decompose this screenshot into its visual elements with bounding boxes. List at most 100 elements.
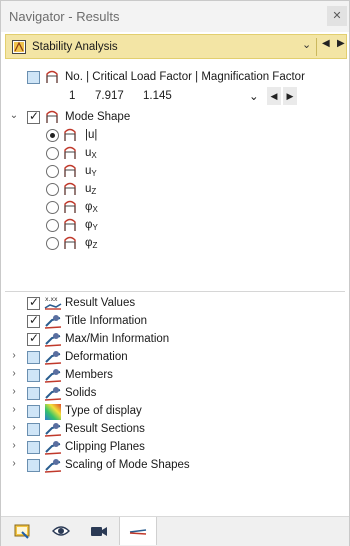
- settings-label: Scaling of Mode Shapes: [65, 459, 190, 471]
- mode-option[interactable]: φY: [1, 217, 341, 235]
- settings-item-type-of-display[interactable]: › Type of display: [1, 403, 341, 421]
- mode-option[interactable]: uX: [1, 145, 341, 163]
- mode-shape-icon: [64, 128, 76, 141]
- tab-results[interactable]: [119, 517, 157, 545]
- checkbox[interactable]: [27, 423, 40, 436]
- mode-selector-row[interactable]: 1 7.917 1.145 ⌄: [63, 88, 297, 106]
- mode-option[interactable]: |u|: [1, 127, 341, 145]
- next-button[interactable]: ▶: [337, 38, 345, 49]
- chevron-right-icon[interactable]: ›: [9, 440, 19, 451]
- settings-item-members[interactable]: › Members: [1, 367, 341, 385]
- mode-previous-button[interactable]: ◀: [267, 87, 281, 105]
- settings-label: Result Values: [65, 297, 136, 309]
- mode-option[interactable]: φX: [1, 199, 341, 217]
- mode-shape-checkbox[interactable]: ✓: [27, 109, 40, 124]
- load-case-combo[interactable]: Stability Analysis ⌄ ◀ ▶: [5, 34, 347, 59]
- mode-shape-icon: [64, 164, 76, 177]
- checkbox[interactable]: [27, 369, 40, 382]
- mode-option-label: φZ: [85, 237, 98, 250]
- checkbox[interactable]: [27, 405, 40, 418]
- result-sections-icon: [44, 423, 62, 437]
- checkbox[interactable]: [27, 459, 40, 472]
- settings-label: Title Information: [65, 315, 148, 327]
- mode-option[interactable]: uY: [1, 163, 341, 181]
- title-bar: Navigator - Results ✕: [1, 1, 349, 32]
- combo-separator: [316, 38, 317, 56]
- mode-shape-icon: [64, 200, 76, 213]
- mode-table-checkbox[interactable]: [27, 71, 40, 84]
- chevron-right-icon[interactable]: ›: [9, 386, 19, 397]
- stability-analysis-icon: [12, 40, 26, 54]
- critical-load-factor: 7.917: [95, 90, 124, 102]
- checkbox[interactable]: [27, 441, 40, 454]
- mode-shape-icon: [46, 70, 58, 83]
- svg-text:x.xx: x.xx: [45, 296, 58, 303]
- deformation-icon: [44, 351, 62, 365]
- members-icon: [44, 369, 62, 383]
- settings-item-result-sections[interactable]: › Result Sections: [1, 421, 341, 439]
- data-navigator-icon: [14, 524, 30, 539]
- radio-button[interactable]: [46, 183, 59, 196]
- camera-icon: [91, 527, 107, 536]
- chevron-right-icon[interactable]: ›: [9, 350, 19, 361]
- chevron-down-icon[interactable]: ⌄: [249, 89, 259, 103]
- settings-item-solids[interactable]: › Solids: [1, 385, 341, 403]
- mode-option-label: |u|: [85, 129, 98, 141]
- tab-display[interactable]: [43, 517, 79, 545]
- checkbox[interactable]: [27, 387, 40, 400]
- chevron-right-icon[interactable]: ›: [9, 368, 19, 379]
- load-case-label: Stability Analysis: [32, 41, 118, 53]
- mode-shape-label: Mode Shape: [65, 111, 131, 123]
- settings-item-clipping-planes[interactable]: › Clipping Planes: [1, 439, 341, 457]
- settings-label: Result Sections: [65, 423, 145, 435]
- settings-item-scaling-of-mode-shapes[interactable]: › Scaling of Mode Shapes: [1, 457, 341, 475]
- settings-item-result-values[interactable]: ✓ x.xx Result Values: [1, 295, 341, 313]
- mode-option-label: uZ: [85, 183, 97, 196]
- mode-option[interactable]: φZ: [1, 235, 341, 253]
- chevron-right-icon[interactable]: ›: [9, 458, 19, 469]
- checkbox[interactable]: ✓: [27, 313, 40, 328]
- close-button[interactable]: ✕: [327, 6, 347, 26]
- tab-data[interactable]: [5, 517, 41, 545]
- mode-shape-group[interactable]: ⌄ ✓ Mode Shape: [1, 109, 341, 127]
- settings-label: Max/Min Information: [65, 333, 170, 345]
- checkbox[interactable]: ✓: [27, 295, 40, 310]
- radio-button[interactable]: [46, 201, 59, 214]
- settings-item-title-information[interactable]: ✓ Title Information: [1, 313, 341, 331]
- mode-shape-icon: [64, 236, 76, 249]
- mode-number: 1: [69, 90, 76, 102]
- chevron-down-icon[interactable]: ⌄: [302, 38, 311, 51]
- section-divider: [5, 291, 345, 292]
- settings-label: Clipping Planes: [65, 441, 145, 453]
- chevron-right-icon[interactable]: ›: [9, 404, 19, 415]
- mode-option-label: φY: [85, 219, 98, 232]
- mode-option-label: uY: [85, 165, 97, 178]
- radio-button[interactable]: [46, 129, 59, 142]
- title-info-icon: [44, 315, 62, 329]
- expand-arrow-icon[interactable]: ⌄: [9, 110, 19, 121]
- radio-button[interactable]: [46, 147, 59, 160]
- mode-next-button[interactable]: ▶: [283, 87, 297, 105]
- checkbox[interactable]: ✓: [27, 331, 40, 346]
- navigator-window: Navigator - Results ✕ Stability Analysis…: [0, 0, 350, 546]
- clipping-planes-icon: [44, 441, 62, 455]
- radio-button[interactable]: [46, 165, 59, 178]
- previous-button[interactable]: ◀: [322, 38, 330, 49]
- mode-shape-icon: [64, 146, 76, 159]
- tab-views[interactable]: [81, 517, 117, 545]
- settings-item-deformation[interactable]: › Deformation: [1, 349, 341, 367]
- type-of-display-icon: [45, 404, 61, 420]
- solids-icon: [44, 387, 62, 401]
- radio-button[interactable]: [46, 219, 59, 232]
- chevron-right-icon[interactable]: ›: [9, 422, 19, 433]
- eye-icon: [52, 526, 70, 536]
- checkbox[interactable]: [27, 351, 40, 364]
- radio-button[interactable]: [46, 237, 59, 250]
- maxmin-info-icon: [44, 333, 62, 347]
- navigator-tab-bar: [1, 516, 349, 546]
- mode-option-label: uX: [85, 147, 97, 160]
- mode-option[interactable]: uZ: [1, 181, 341, 199]
- settings-label: Members: [65, 369, 113, 381]
- settings-item-maxmin-information[interactable]: ✓ Max/Min Information: [1, 331, 341, 349]
- mode-table-header: No. | Critical Load Factor | Magnificati…: [1, 69, 341, 87]
